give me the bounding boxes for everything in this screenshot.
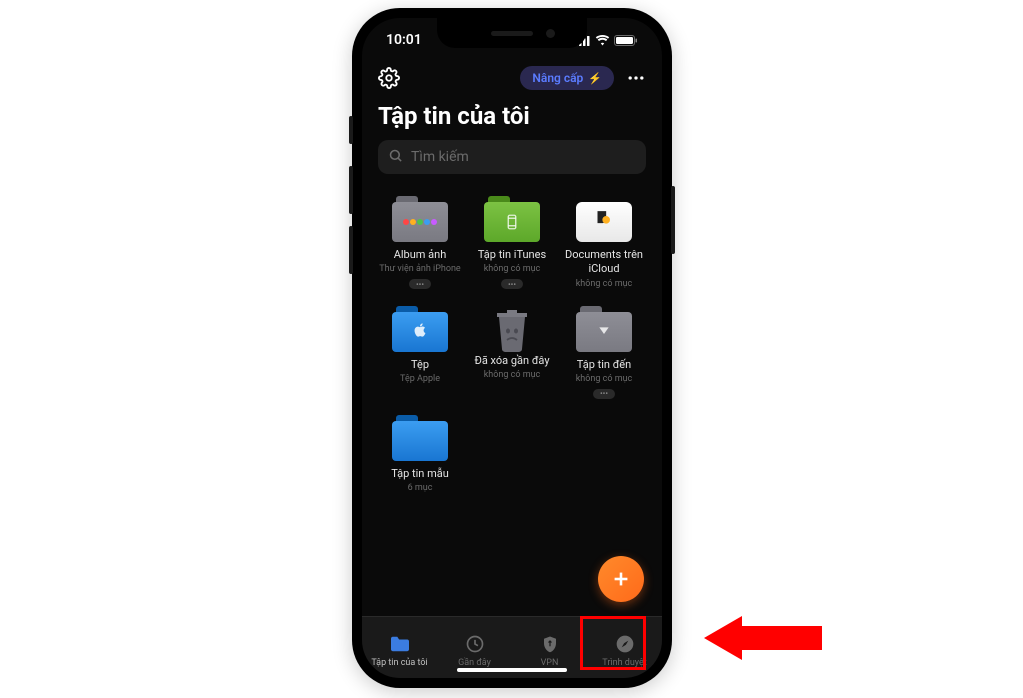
apple-icon: [412, 321, 428, 343]
item-more-button[interactable]: •••: [501, 279, 523, 289]
item-icloud-documents[interactable]: Documents trên iCloud không có mục: [558, 190, 650, 296]
folder-icon: [576, 196, 632, 242]
folder-icon: [389, 633, 411, 655]
item-label: Tập tin đến: [577, 358, 631, 372]
item-label: Documents trên iCloud: [562, 248, 646, 277]
battery-icon: [614, 35, 638, 46]
add-button[interactable]: [598, 556, 644, 602]
home-indicator[interactable]: [457, 668, 567, 672]
item-sample-files[interactable]: Tập tin mẫu 6 mục: [374, 409, 466, 500]
item-more-button[interactable]: •••: [409, 279, 431, 289]
header: Nâng cấp ⚡: [362, 62, 662, 98]
thunder-icon: ⚡: [588, 72, 602, 85]
folder-icon: [392, 306, 448, 352]
upgrade-button[interactable]: Nâng cấp ⚡: [520, 66, 614, 90]
search-icon: [388, 148, 403, 167]
item-label: Album ảnh: [394, 248, 447, 262]
front-camera: [546, 29, 555, 38]
photos-icon: [403, 219, 437, 225]
item-sub: không có mục: [484, 370, 541, 381]
tab-label: Tập tin của tôi: [371, 658, 427, 668]
documents-icon: [591, 209, 617, 235]
item-sub: 6 mục: [408, 483, 433, 494]
item-photo-album[interactable]: Album ảnh Thư viện ảnh iPhone •••: [374, 190, 466, 296]
item-label: Đã xóa gần đây: [474, 354, 549, 368]
tab-my-files[interactable]: Tập tin của tôi: [362, 617, 437, 678]
item-itunes[interactable]: Tập tin iTunes không có mục •••: [466, 190, 558, 296]
shield-icon: [539, 633, 561, 655]
wifi-icon: [595, 35, 610, 46]
download-icon: [596, 322, 612, 342]
item-trash[interactable]: Đã xóa gần đây không có mục: [466, 300, 558, 405]
folder-icon: [576, 306, 632, 352]
plus-icon: [610, 568, 632, 590]
folder-icon: [392, 196, 448, 242]
side-button-volume-up: [349, 166, 353, 214]
item-label: Tập tin mẫu: [391, 467, 449, 481]
tab-label: VPN: [541, 658, 559, 668]
item-sub: Thư viện ảnh iPhone: [379, 264, 460, 275]
item-sub: không có mục: [484, 264, 541, 275]
tab-label: Gần đây: [458, 658, 491, 668]
screen: 10:01 Nâng cấp ⚡: [362, 18, 662, 678]
more-button[interactable]: [626, 68, 646, 88]
folder-icon: [392, 415, 448, 461]
compass-icon: [614, 633, 636, 655]
status-time: 10:01: [386, 32, 422, 48]
itunes-icon: [503, 213, 521, 231]
item-sub: không có mục: [576, 374, 633, 385]
item-sub: Tệp Apple: [400, 374, 440, 385]
item-more-button[interactable]: •••: [593, 389, 615, 399]
phone-frame: 10:01 Nâng cấp ⚡: [352, 8, 672, 688]
side-button-silent: [349, 116, 353, 144]
item-label: Tập tin iTunes: [478, 248, 546, 262]
item-files[interactable]: Tệp Tệp Apple: [374, 300, 466, 405]
tab-browser[interactable]: Trình duyệt: [587, 617, 662, 678]
item-label: Tệp: [411, 358, 429, 372]
item-sub: không có mục: [576, 279, 633, 290]
notch: [437, 18, 587, 48]
settings-button[interactable]: [378, 67, 400, 89]
search-input[interactable]: Tìm kiếm: [378, 140, 646, 174]
trash-icon: [488, 306, 536, 354]
file-grid: Album ảnh Thư viện ảnh iPhone ••• Tập ti…: [362, 190, 662, 500]
search-placeholder: Tìm kiếm: [411, 149, 469, 165]
clock-icon: [464, 633, 486, 655]
folder-icon: [484, 196, 540, 242]
upgrade-label: Nâng cấp: [532, 71, 583, 85]
item-incoming[interactable]: Tập tin đến không có mục •••: [558, 300, 650, 405]
page-title: Tập tin của tôi: [362, 98, 662, 140]
side-button-power: [671, 186, 675, 254]
annotation-arrow: [704, 616, 822, 660]
tab-label: Trình duyệt: [602, 658, 646, 668]
side-button-volume-down: [349, 226, 353, 274]
speaker: [491, 31, 533, 36]
